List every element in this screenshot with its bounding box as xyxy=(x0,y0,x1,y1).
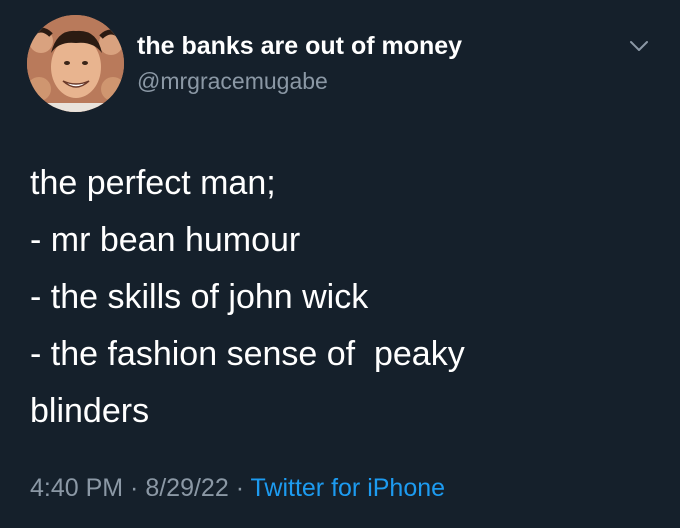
tweet-line: - the fashion sense of peaky xyxy=(30,335,465,373)
tweet-line: blinders xyxy=(30,392,150,430)
chevron-down-icon[interactable] xyxy=(626,36,652,56)
tweet-line: - the skills of john wick xyxy=(30,278,369,316)
tweet-line: the perfect man; xyxy=(30,164,276,202)
tweet-time[interactable]: 4:40 PM xyxy=(30,474,123,502)
avatar[interactable] xyxy=(27,15,124,112)
tweet-date[interactable]: 8/29/22 xyxy=(145,474,228,502)
tweet-meta: 4:40 PM · 8/29/22 · Twitter for iPhone xyxy=(30,474,445,503)
tweet-card: the banks are out of money @mrgracemugab… xyxy=(0,0,680,528)
display-name[interactable]: the banks are out of money xyxy=(137,32,462,61)
tweet-line: - mr bean humour xyxy=(30,221,301,259)
user-handle[interactable]: @mrgracemugabe xyxy=(137,68,328,95)
tweet-text: the perfect man; - mr bean humour - the … xyxy=(30,155,650,440)
meta-separator: · xyxy=(228,474,251,502)
avatar-image xyxy=(27,15,124,112)
meta-separator: · xyxy=(123,474,146,502)
tweet-source-link[interactable]: Twitter for iPhone xyxy=(251,474,446,502)
